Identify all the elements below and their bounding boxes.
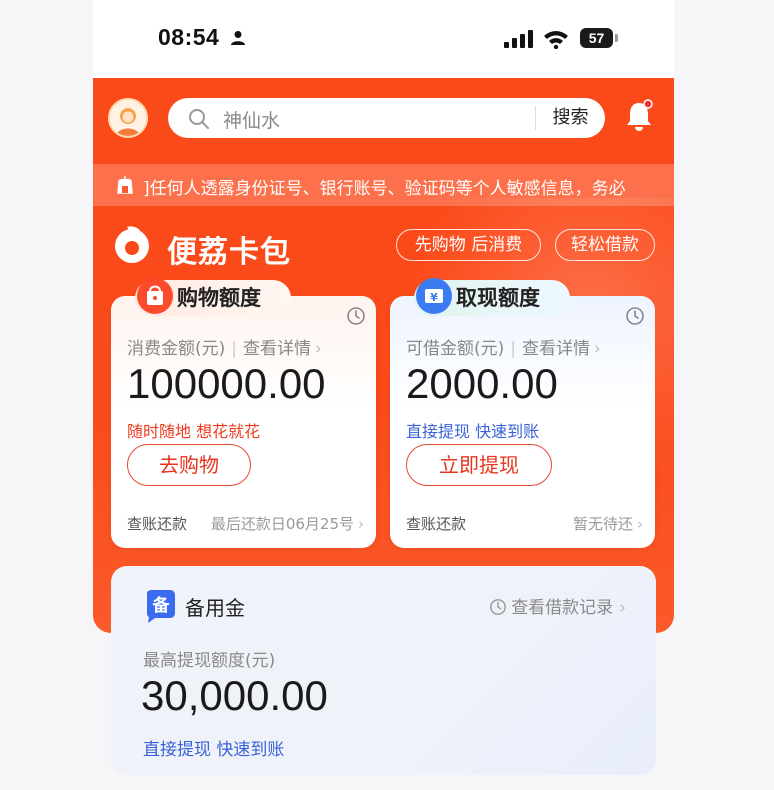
clock-icon [490,599,507,615]
shopping-due-date[interactable]: 最后还款日06月25号 › [211,513,364,534]
shopping-tab-text: 购物额度 [177,286,261,310]
wifi-icon [544,31,568,49]
svg-text:备: 备 [152,595,171,616]
notice-banner: ]任何人透露身份证号、银行账号、验证码等个人敏感信息，务必 [93,164,674,206]
chevron-right-icon: › [594,339,601,359]
wallet-icon: ¥ [416,278,452,314]
chevron-right-icon: › [358,515,364,533]
reserve-fund-icon: 备 [147,590,175,623]
chevron-right-icon: › [619,598,626,618]
battery-indicator: 57 [580,28,613,48]
reserve-sub-label: 最高提现额度(元) [143,651,276,671]
megaphone-icon [117,176,133,194]
chevron-right-icon: › [637,515,643,533]
go-shopping-button[interactable]: 去购物 [127,444,251,486]
cash-tab-text: 取现额度 [456,286,540,310]
reserve-amount: 30,000.00 [141,672,328,719]
separator: | [510,339,516,359]
person-icon [231,31,245,45]
notice-text: ]任何人透露身份证号、银行账号、验证码等个人敏感信息，务必 [143,179,626,199]
avatar-icon [116,108,140,136]
app-screen: 08:54 57 神仙水 搜索]任何人透露身份证号、银行账号、验证码等个人敏感… [93,0,674,790]
loan-records-link[interactable]: 查看借款记录 › [489,593,626,618]
clock-icon[interactable] [346,306,366,326]
status-time: 08:54 [158,24,220,50]
cash-sub-label: 可借金额(元) [406,339,505,359]
cash-amount: 2000.00 [406,360,558,407]
shopping-sub-label: 消费金额(元) [127,339,226,359]
search-input[interactable]: 神仙水 [223,106,280,133]
shopping-due-date-text: 最后还款日06月25号 [210,515,354,533]
hero-section: 神仙水 搜索 ]任何人透露身份证号、银行账号、验证码等个人敏感信息，务必 便荔卡… [93,78,674,633]
clock-icon[interactable] [625,306,645,326]
brand-logo-icon [115,226,149,263]
shopping-amount: 100000.00 [127,360,326,407]
reserve-slogan: 直接提现 快速到账 [143,740,285,760]
reserve-title: 备用金 [185,596,245,620]
signal-icon [504,30,533,48]
svg-text:¥: ¥ [430,291,438,304]
status-bar: 08:54 57 [93,0,674,78]
shopping-tab-label: 购物额度 [135,278,291,316]
pill-buy-first[interactable]: 先购物 后消费 [396,229,541,261]
cash-repay-link[interactable]: 查账还款 [406,513,466,534]
brand-name: 便荔卡包 [167,235,291,270]
cash-slogan: 直接提现 快速到账 [406,422,540,441]
shopping-slogan: 随时随地 想花就花 [127,422,261,441]
chevron-right-icon: › [315,339,322,359]
cash-pending-status[interactable]: 暂无待还 › [573,513,643,534]
withdraw-now-button[interactable]: 立即提现 [406,444,552,486]
reserve-fund-card[interactable]: 备 备用金 查看借款记录 › 最高提现额度(元) 30,000.00 直接提现 快… [111,566,656,775]
bell-icon[interactable] [623,99,655,133]
search-icon [189,109,209,129]
avatar[interactable] [108,98,148,138]
search-bar[interactable]: 神仙水 搜索 [168,98,605,138]
shopping-sub-row: 消费金额(元) | 查看详情 › [127,334,322,359]
shopping-credit-card[interactable]: 购物额度 消费金额(元) | 查看详情 › 100000.00 随时随地 想花就花 去… [111,278,376,548]
loan-records-text: 查看借款记录 [511,598,614,618]
pill-easy-loan[interactable]: 轻松借款 [555,229,655,261]
cash-detail-link[interactable]: 查看详情 [522,339,590,359]
shopping-repay-link[interactable]: 查账还款 [127,513,187,534]
cash-tab-label: ¥ 取现额度 [414,278,570,316]
separator: | [231,339,237,359]
search-button[interactable]: 搜索 [536,98,605,138]
cash-sub-row: 可借金额(元) | 查看详情 › [406,334,601,359]
battery-tip [615,34,618,42]
shopping-bag-icon [137,278,173,314]
shopping-detail-link[interactable]: 查看详情 [243,339,311,359]
cash-pending-text: 暂无待还 [572,515,633,533]
cash-credit-card[interactable]: ¥ 取现额度 可借金额(元) | 查看详情 › 2000.00 直接提现 快速到账 立… [390,278,655,548]
